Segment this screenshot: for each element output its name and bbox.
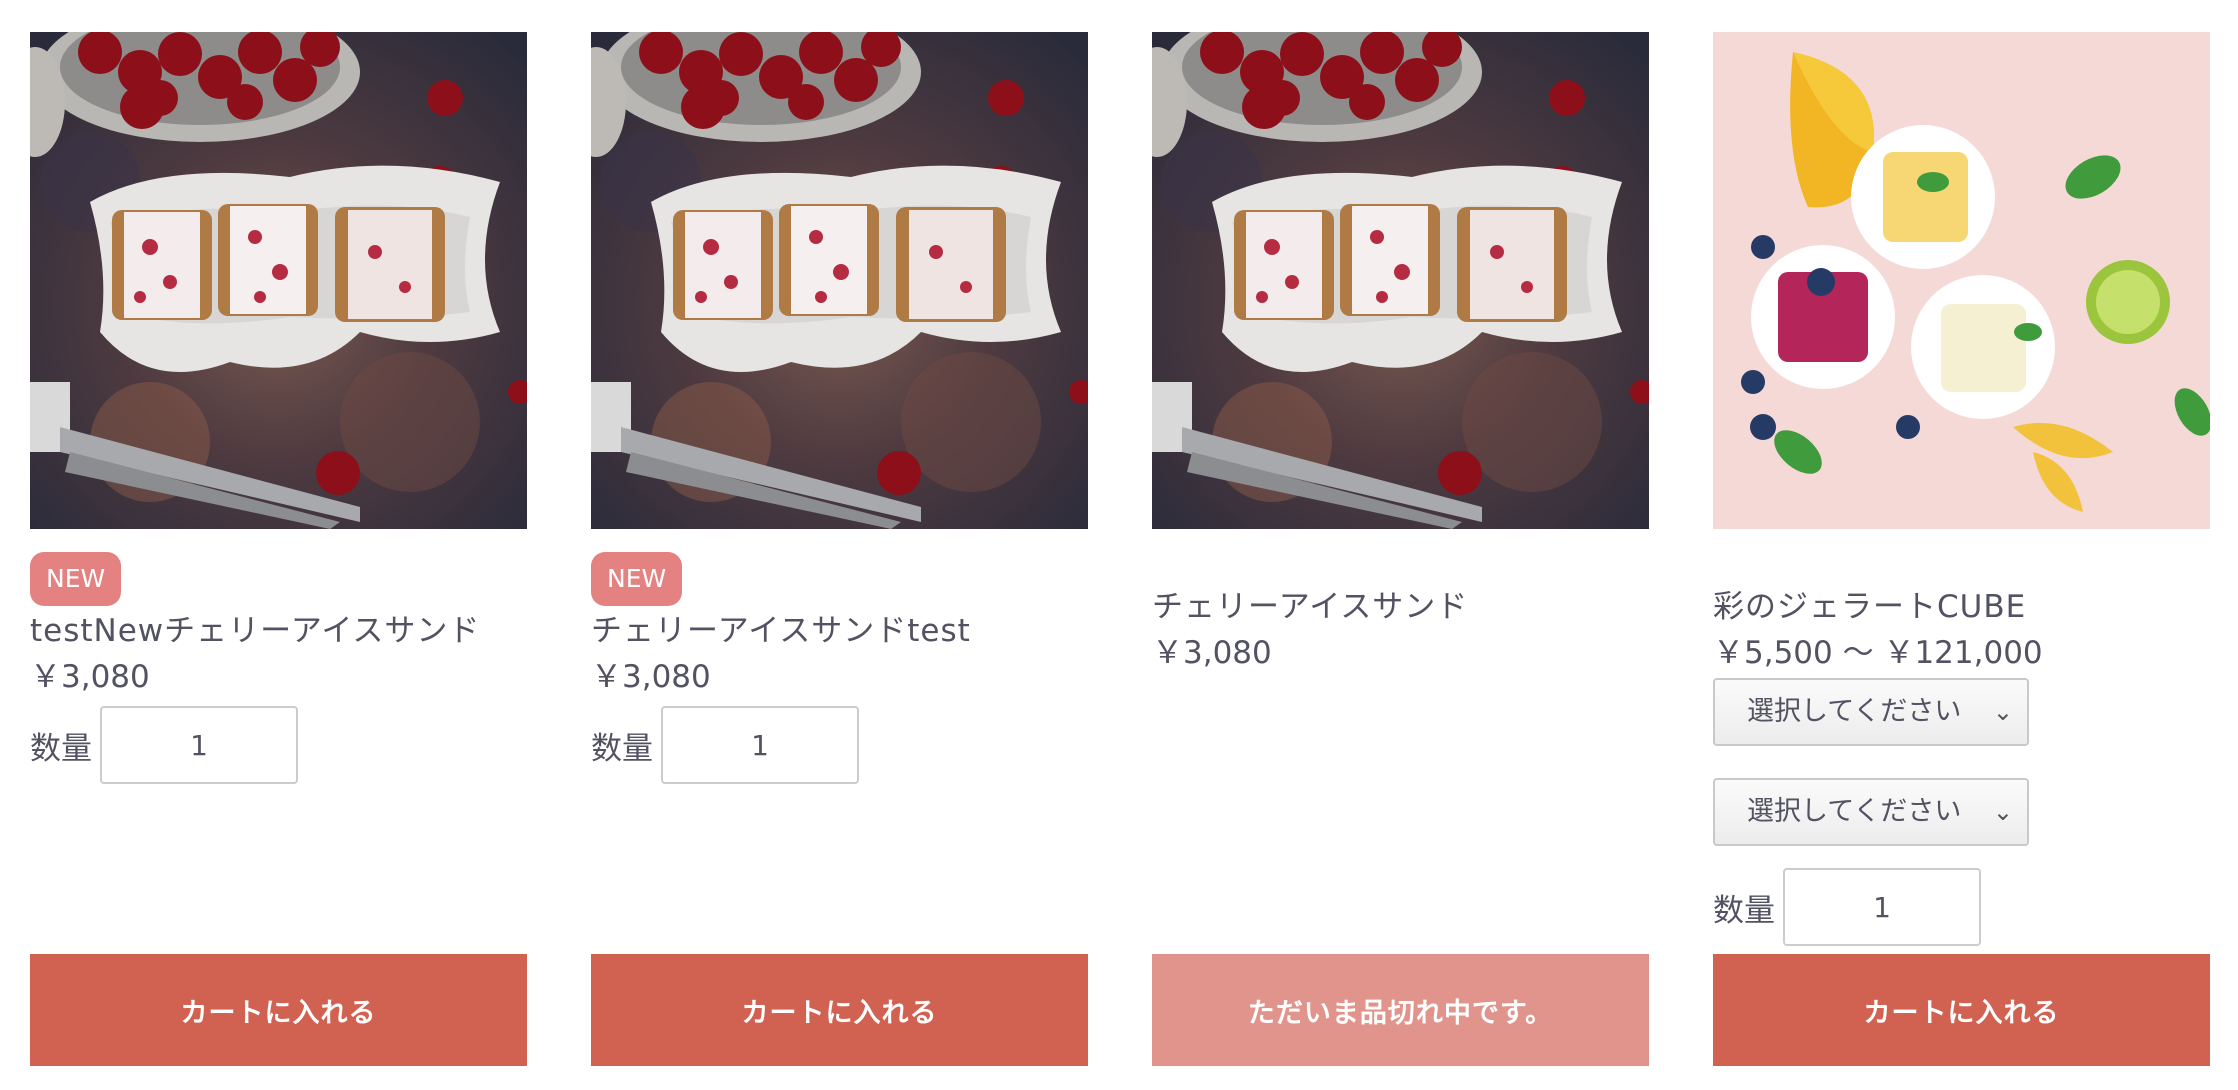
- product-card: NEW testNewチェリーアイスサンド ￥3,080 数量 カートに入れる: [30, 32, 527, 1067]
- product-info: 彩のジェラートCUBE ￥5,500 ～ ￥121,000 選択してください ⌄…: [1713, 582, 2210, 946]
- product-price: ￥5,500 ～ ￥121,000: [1713, 635, 2043, 671]
- product-price: ￥3,080: [1152, 635, 1272, 671]
- product-image[interactable]: [591, 32, 1088, 529]
- product-name[interactable]: チェリーアイスサンドtest: [591, 608, 1088, 654]
- product-info: NEW testNewチェリーアイスサンド ￥3,080 数量: [30, 552, 527, 784]
- new-badge: NEW: [591, 552, 683, 606]
- product-price: ￥3,080: [591, 659, 711, 695]
- variant-select-1[interactable]: 選択してください ⌄: [1713, 678, 2029, 746]
- product-name[interactable]: 彩のジェラートCUBE: [1713, 584, 2210, 630]
- chevron-down-icon: ⌄: [1992, 798, 2013, 826]
- quantity-label: 数量: [1713, 892, 1775, 929]
- quantity-label: 数量: [30, 730, 92, 767]
- quantity-input[interactable]: [661, 706, 859, 784]
- product-name[interactable]: チェリーアイスサンド: [1152, 584, 1649, 630]
- chevron-down-icon: ⌄: [1992, 698, 2013, 726]
- add-to-cart-button[interactable]: カートに入れる: [591, 954, 1088, 1066]
- product-price: ￥3,080: [30, 659, 150, 695]
- sold-out-button: ただいま品切れ中です。: [1152, 954, 1649, 1066]
- variant-select-2[interactable]: 選択してください ⌄: [1713, 778, 2029, 846]
- add-to-cart-button[interactable]: カートに入れる: [1713, 954, 2210, 1066]
- product-image[interactable]: [30, 32, 527, 529]
- select-value: 選択してください: [1747, 796, 1962, 827]
- product-grid: NEW testNewチェリーアイスサンド ￥3,080 数量 カートに入れる …: [0, 0, 2238, 1090]
- product-info: チェリーアイスサンド ￥3,080: [1152, 582, 1649, 676]
- new-badge: NEW: [30, 552, 122, 606]
- quantity-label: 数量: [591, 730, 653, 767]
- product-image[interactable]: [1152, 32, 1649, 529]
- product-card: NEW チェリーアイスサンドtest ￥3,080 数量 カートに入れる: [591, 32, 1088, 1067]
- quantity-row: 数量: [30, 706, 527, 784]
- product-card: チェリーアイスサンド ￥3,080 ただいま品切れ中です。: [1152, 32, 1649, 1067]
- product-image[interactable]: [1713, 32, 2210, 529]
- quantity-input[interactable]: [100, 706, 298, 784]
- product-name[interactable]: testNewチェリーアイスサンド: [30, 608, 527, 654]
- product-info: NEW チェリーアイスサンドtest ￥3,080 数量: [591, 552, 1088, 784]
- select-value: 選択してください: [1747, 696, 1962, 727]
- product-card: 彩のジェラートCUBE ￥5,500 ～ ￥121,000 選択してください ⌄…: [1713, 32, 2210, 1067]
- add-to-cart-button[interactable]: カートに入れる: [30, 954, 527, 1066]
- quantity-row: 数量: [591, 706, 1088, 784]
- quantity-input[interactable]: [1783, 868, 1981, 946]
- quantity-row: 数量: [1713, 868, 2210, 946]
